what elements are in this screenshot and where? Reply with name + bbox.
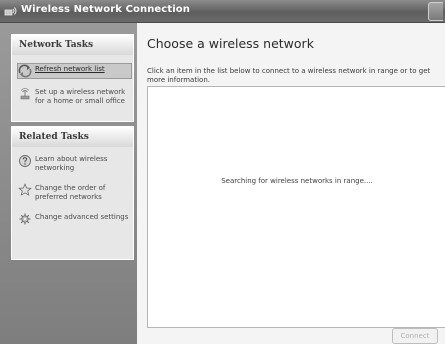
- setup-wireless-network-link[interactable]: Set up a wireless network for a home or …: [35, 88, 131, 106]
- change-advanced-settings-task[interactable]: Change advanced settings: [18, 212, 131, 232]
- main-content: Choose a wireless network Click an item …: [138, 23, 445, 344]
- page-title: Choose a wireless network: [147, 36, 314, 51]
- refresh-icon: [18, 64, 32, 78]
- setup-wireless-network-task[interactable]: Set up a wireless network for a home or …: [18, 87, 131, 109]
- star-icon: [18, 183, 32, 196]
- wireless-network-list[interactable]: Searching for wireless networks in range…: [147, 86, 445, 328]
- setup-network-icon: [20, 88, 30, 100]
- searching-status: Searching for wireless networks in range…: [221, 177, 373, 185]
- help-icon: [19, 155, 31, 167]
- change-preferred-order-link[interactable]: Change the order of preferred networks: [35, 184, 131, 202]
- network-tasks-panel: Network Tasks Refresh network list Set u…: [11, 34, 134, 122]
- settings-icon: [19, 213, 31, 225]
- learn-about-wireless-link[interactable]: Learn about wireless networking: [35, 155, 131, 173]
- change-preferred-order-task[interactable]: Change the order of preferred networks: [18, 183, 131, 203]
- close-button[interactable]: [428, 2, 443, 21]
- learn-about-wireless-task[interactable]: Learn about wireless networking: [18, 154, 131, 174]
- task-pane: Network Tasks Refresh network list Set u…: [0, 23, 137, 344]
- title-bar[interactable]: Wireless Network Connection: [0, 0, 445, 23]
- network-tasks-title: Network Tasks: [12, 35, 133, 55]
- instructions-text: Click an item in the list below to conne…: [147, 67, 431, 84]
- connect-button[interactable]: Connect: [392, 328, 438, 344]
- refresh-network-list-link[interactable]: Refresh network list: [35, 65, 131, 74]
- related-tasks-panel: Related Tasks Learn about wireless netwo…: [11, 126, 134, 260]
- wireless-network-icon: [4, 7, 17, 16]
- refresh-network-list-task[interactable]: Refresh network list: [17, 63, 132, 79]
- window-title: Wireless Network Connection: [21, 4, 190, 15]
- change-advanced-settings-link[interactable]: Change advanced settings: [35, 213, 131, 222]
- wireless-network-connection-window: Wireless Network Connection Network Task…: [0, 0, 445, 344]
- related-tasks-title: Related Tasks: [12, 127, 133, 147]
